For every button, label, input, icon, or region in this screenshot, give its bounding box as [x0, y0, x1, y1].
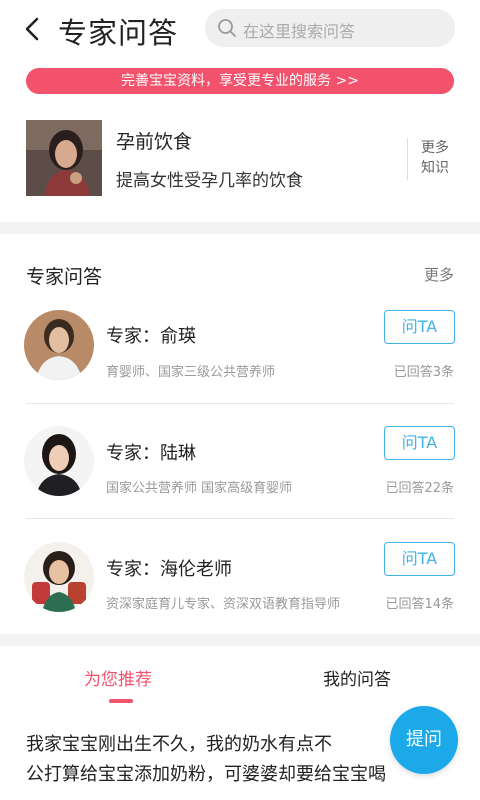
ask-expert-button[interactable]: 问TA	[384, 426, 455, 460]
search-placeholder: 在这里搜索问答	[243, 22, 356, 41]
ask-question-fab[interactable]: 提问	[390, 706, 458, 774]
header-bar: 专家问答 在这里搜索问答	[0, 0, 480, 60]
search-icon	[218, 19, 236, 37]
knowledge-subtitle: 提高女性受孕几率的饮食	[116, 171, 303, 191]
row-divider	[26, 518, 454, 519]
more-knowledge-label-1: 更多	[421, 140, 449, 156]
expert-name[interactable]: 专家：陆琳	[106, 439, 196, 465]
answered-count: 已回答22条	[385, 481, 454, 496]
search-input[interactable]: 在这里搜索问答	[205, 9, 455, 47]
back-arrow-icon[interactable]	[18, 14, 48, 44]
tab-recommended[interactable]: 为您推荐	[84, 665, 152, 690]
experts-section-title: 专家问答	[26, 266, 103, 288]
ask-expert-button[interactable]: 问TA	[384, 542, 455, 576]
more-knowledge-link[interactable]: 更多 知识	[421, 138, 461, 178]
page-title: 专家问答	[58, 16, 179, 50]
expert-avatar[interactable]	[24, 542, 94, 612]
complete-profile-banner[interactable]: 完善宝宝资料，享受更专业的服务 >>	[26, 68, 454, 94]
expert-description: 国家公共营养师 国家高级育婴师	[106, 481, 293, 496]
ask-expert-button[interactable]: 问TA	[384, 310, 455, 344]
tab-my-questions[interactable]: 我的问答	[323, 665, 391, 690]
experts-more-link[interactable]: 更多	[424, 264, 454, 285]
knowledge-title[interactable]: 孕前饮食	[116, 127, 192, 154]
expert-name[interactable]: 专家：海伦老师	[106, 555, 232, 581]
answered-count: 已回答3条	[393, 365, 454, 380]
section-separator	[0, 222, 480, 234]
answered-count: 已回答14条	[385, 597, 454, 612]
expert-description: 育婴师、国家三级公共营养师	[106, 365, 276, 380]
expert-name[interactable]: 专家：俞瑛	[106, 322, 196, 348]
section-separator	[0, 634, 480, 646]
divider	[407, 138, 408, 180]
more-knowledge-label-2: 知识	[421, 160, 449, 176]
knowledge-thumbnail[interactable]	[26, 120, 102, 196]
row-divider	[26, 403, 454, 404]
expert-avatar[interactable]	[24, 310, 94, 380]
expert-avatar[interactable]	[24, 426, 94, 496]
active-tab-indicator	[109, 699, 133, 703]
expert-description: 资深家庭育儿专家、资深双语教育指导师	[106, 597, 341, 612]
